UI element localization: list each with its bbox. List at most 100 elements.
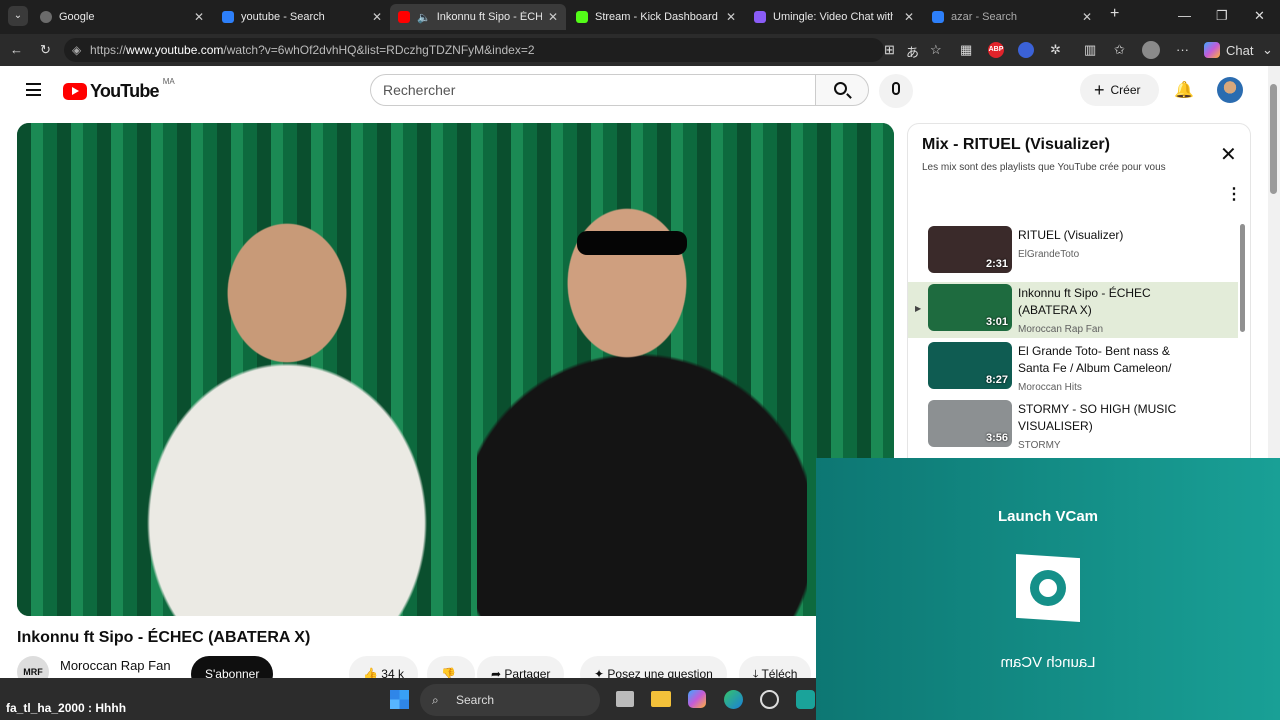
channel-row: MRF Moroccan Rap Fan S'abonner 👍 34 k 👎 …: [17, 656, 817, 678]
speaker-icon[interactable]: 🔈: [417, 11, 431, 24]
vcam-mirrored-label: Launch VCam: [1000, 654, 1096, 671]
profile-avatar[interactable]: [1142, 41, 1160, 59]
playlist-item-title[interactable]: Inkonnu ft Sipo - ÉCHEC (ABATERA X): [1018, 285, 1188, 319]
search-icon: [222, 11, 234, 23]
scrollbar-thumb[interactable]: [1270, 84, 1277, 194]
tab-youtube-search[interactable]: youtube - Search ✕: [214, 4, 390, 30]
minimize-button[interactable]: —: [1178, 8, 1191, 23]
task-view-icon[interactable]: [616, 691, 634, 707]
video-duration: 3:01: [985, 316, 1008, 328]
video-player[interactable]: [17, 123, 894, 616]
site-info-icon[interactable]: ◈: [72, 38, 81, 62]
close-window-button[interactable]: ✕: [1254, 8, 1265, 24]
vcam-app-icon[interactable]: [796, 690, 815, 709]
youtube-logo[interactable]: YouTube MA: [63, 77, 175, 102]
youtube-icon: [398, 11, 410, 23]
favorite-star-icon[interactable]: ☆: [930, 42, 942, 58]
file-explorer-icon[interactable]: [651, 691, 671, 707]
close-tab-icon[interactable]: ✕: [542, 10, 558, 24]
voice-search-button[interactable]: [879, 74, 913, 108]
close-tab-icon[interactable]: ✕: [720, 10, 736, 24]
playlist-item[interactable]: 8:27 El Grande Toto- Bent nass & Santa Fe…: [908, 340, 1238, 396]
more-options-icon[interactable]: ⋮: [1226, 184, 1242, 204]
taskbar-search[interactable]: ⌕ Search: [420, 684, 600, 716]
refresh-icon[interactable]: ↻: [40, 42, 51, 58]
playlist-item[interactable]: 3:56 STORMY - SO HIGH (MUSIC VISUALISER) S…: [908, 398, 1238, 454]
maximize-button[interactable]: ❐: [1216, 8, 1228, 24]
taskbar-search-label: Search: [456, 693, 495, 707]
account-avatar[interactable]: [1217, 77, 1243, 103]
search-button[interactable]: [815, 74, 869, 106]
close-tab-icon[interactable]: ✕: [1076, 10, 1092, 24]
subscribe-button[interactable]: S'abonner: [191, 656, 274, 678]
split-screen-icon[interactable]: ▥: [1084, 42, 1096, 58]
tab-kick[interactable]: Stream - Kick Dashboard ✕: [568, 4, 744, 30]
back-icon[interactable]: ←: [10, 42, 23, 57]
playlist-thumbnail[interactable]: 3:01: [928, 284, 1012, 331]
favorites-icon[interactable]: ✩: [1114, 42, 1125, 58]
vcam-logo-icon: [1016, 554, 1080, 622]
playlist-thumbnail[interactable]: 8:27: [928, 342, 1012, 389]
video-title: Inkonnu ft Sipo - ÉCHEC (ABATERA X): [17, 629, 311, 646]
playlist-scrollbar[interactable]: [1240, 224, 1245, 332]
extension-icon[interactable]: [1018, 42, 1034, 58]
tab-youtube-video[interactable]: 🔈 Inkonnu ft Sipo - ÉCHEC✕: [390, 4, 566, 30]
playlist-thumbnail[interactable]: 2:31: [928, 226, 1012, 273]
playlist-item-title[interactable]: RITUEL (Visualizer): [1018, 227, 1188, 244]
vcam-launcher[interactable]: Launch VCam Launch VCam: [816, 458, 1280, 720]
stream-chat-message: fa_tl_ha_2000 : Hhhh: [6, 701, 127, 715]
channel-avatar[interactable]: MRF: [17, 656, 49, 678]
close-tab-icon[interactable]: ✕: [366, 10, 382, 24]
chevron-down-icon[interactable]: ⌄: [1262, 42, 1273, 58]
tab-azar-search[interactable]: azar - Search ✕: [924, 4, 1100, 30]
now-playing-icon: ▶: [915, 304, 922, 313]
tab-google[interactable]: Google ✕: [32, 4, 212, 30]
tab-label: youtube - Search: [241, 11, 325, 23]
copilot-app-icon[interactable]: [688, 690, 706, 708]
more-menu-icon[interactable]: ···: [1176, 42, 1189, 57]
tab-umingle[interactable]: Umingle: Video Chat with ✕: [746, 4, 922, 30]
obs-app-icon[interactable]: [760, 690, 779, 709]
playlist-item-title[interactable]: STORMY - SO HIGH (MUSIC VISUALISER): [1018, 401, 1188, 435]
bell-icon[interactable]: 🔔: [1174, 80, 1194, 100]
close-tab-icon[interactable]: ✕: [188, 10, 204, 24]
share-icon: ➦: [491, 667, 502, 678]
ask-label: Posez une question: [607, 667, 713, 678]
thumbs-up-icon: 👍: [363, 667, 378, 678]
tab-label: Inkonnu ft Sipo - ÉCHEC: [436, 11, 542, 23]
playlist-item-title[interactable]: El Grande Toto- Bent nass & Santa Fe / A…: [1018, 343, 1188, 377]
adblock-icon[interactable]: ABP: [988, 42, 1004, 58]
menu-icon[interactable]: [26, 83, 41, 96]
download-button[interactable]: ⤓ Téléch: [739, 656, 812, 678]
close-icon[interactable]: ✕: [1220, 142, 1237, 167]
tab-list-button[interactable]: ⌄: [8, 6, 28, 26]
search-icon: [932, 11, 944, 23]
copilot-button[interactable]: Chat: [1204, 42, 1253, 58]
playlist-item[interactable]: ▶ 3:01 Inkonnu ft Sipo - ÉCHEC (ABATERA X)…: [908, 282, 1238, 338]
like-button[interactable]: 👍 34 k: [349, 656, 418, 678]
playlist-item-channel: STORMY: [1018, 440, 1061, 451]
playlist-thumbnail[interactable]: 3:56: [928, 400, 1012, 447]
url-field[interactable]: ◈ https://www.youtube.com/watch?v=6whOf2…: [64, 38, 884, 62]
playlist-item[interactable]: 2:31 RITUEL (Visualizer) ElGrandeToto: [908, 224, 1238, 280]
share-button[interactable]: ➦ Partager: [477, 656, 565, 678]
puzzle-icon[interactable]: ✲: [1050, 42, 1061, 58]
video-duration: 8:27: [985, 374, 1008, 386]
new-tab-button[interactable]: +: [1110, 5, 1119, 23]
search-input[interactable]: Rechercher: [370, 74, 816, 106]
google-icon: [40, 11, 52, 23]
close-tab-icon[interactable]: ✕: [898, 10, 914, 24]
download-icon: ⤓: [753, 667, 759, 678]
browser-tab-bar: ⌄ Google ✕ youtube - Search ✕ 🔈 Inkonnu ft …: [0, 0, 1280, 34]
create-button[interactable]: + Créer: [1080, 74, 1159, 106]
performer-left: [137, 183, 437, 616]
extension-icon[interactable]: ▦: [960, 42, 972, 58]
dislike-button[interactable]: 👎: [427, 656, 475, 678]
ask-question-button[interactable]: ✦ Posez une question: [580, 656, 727, 678]
tab-label: Umingle: Video Chat with: [773, 11, 893, 23]
windows-start-icon[interactable]: [390, 690, 409, 709]
channel-name[interactable]: Moroccan Rap Fan: [60, 658, 171, 673]
translate-icon[interactable]: あ: [906, 42, 919, 61]
apps-icon[interactable]: ⊞: [884, 42, 895, 58]
edge-browser-icon[interactable]: [724, 690, 743, 709]
